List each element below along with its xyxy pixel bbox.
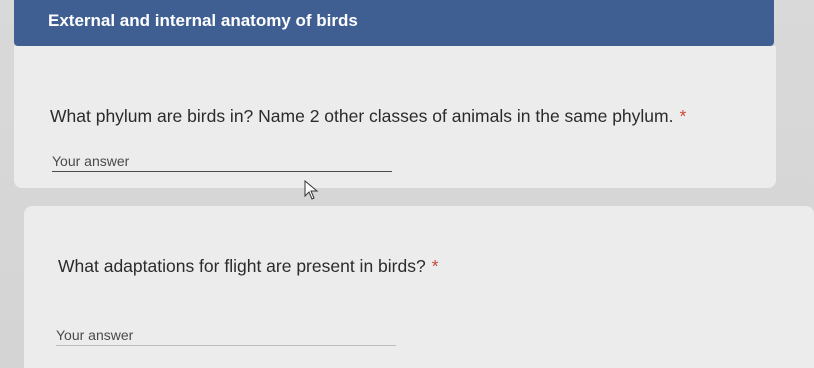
question-card-1: What phylum are birds in? Name 2 other c… <box>14 46 776 188</box>
required-marker-2: * <box>431 256 439 276</box>
form-page: External and internal anatomy of birds W… <box>0 0 814 368</box>
mouse-pointer-icon <box>304 180 319 200</box>
section-header: External and internal anatomy of birds <box>14 0 774 46</box>
question-2-label: What adaptations for flight are present … <box>58 256 426 276</box>
answer-input-1[interactable] <box>52 150 392 172</box>
answer-input-2[interactable] <box>56 324 396 346</box>
required-marker-1: * <box>679 106 687 126</box>
section-title: External and internal anatomy of birds <box>48 11 358 30</box>
question-1-text: What phylum are birds in? Name 2 other c… <box>50 106 686 127</box>
question-card-2: What adaptations for flight are present … <box>24 206 814 368</box>
question-2-text: What adaptations for flight are present … <box>58 256 439 277</box>
question-1-label: What phylum are birds in? Name 2 other c… <box>50 106 674 126</box>
